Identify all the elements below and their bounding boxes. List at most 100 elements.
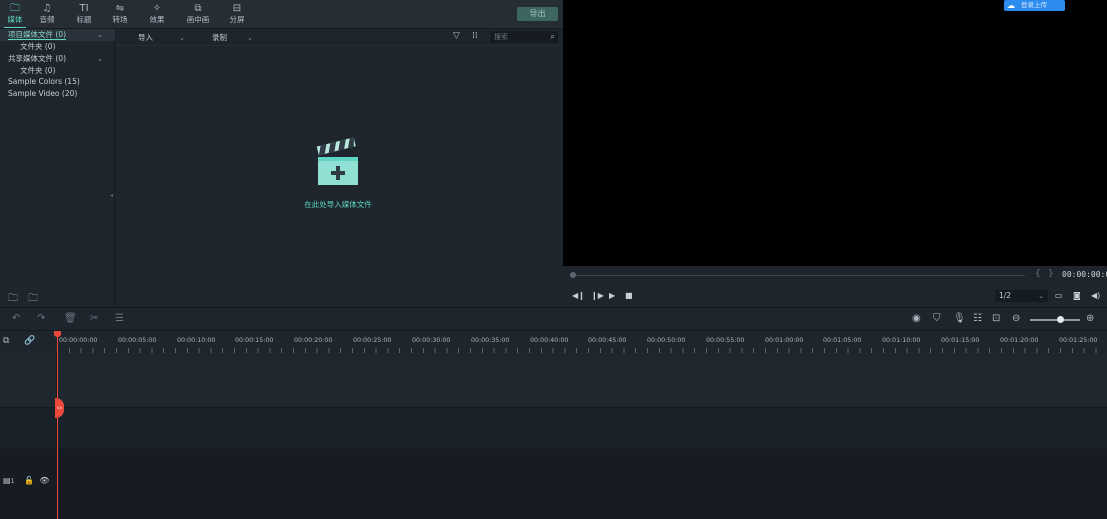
link-icon[interactable]: 🔗 <box>24 336 35 346</box>
track-header <box>0 353 57 408</box>
volume-icon[interactable]: ◀) <box>1091 291 1100 300</box>
zoom-slider-handle[interactable] <box>1057 316 1064 323</box>
editor-window: 🗀 媒体 ♫ 音频 TI 标题 ⇋ 转场 ✧ 效果 ⧉ 画中画 ⊟ 分屏 导出 … <box>0 0 1107 519</box>
filter-icon[interactable]: ▽ <box>453 31 460 41</box>
cut-icon[interactable]: ✂ <box>90 313 98 324</box>
music-note-icon: ♫ <box>42 3 52 14</box>
zoom-in-icon[interactable]: ⊕ <box>1086 313 1094 324</box>
microphone-icon[interactable]: 🎙 <box>953 313 966 324</box>
import-dropdown[interactable]: 导入 ⌄ <box>138 32 185 43</box>
import-media-dropzone[interactable] <box>298 137 378 189</box>
fit-icon[interactable]: ⊡ <box>992 313 1000 324</box>
tab-effects-label: 效果 <box>149 15 165 24</box>
transition-icon: ⇋ <box>115 3 125 14</box>
ruler-label: 00:00:20:00 <box>294 337 333 344</box>
redo-icon[interactable]: ↷ <box>37 313 45 324</box>
delete-icon[interactable]: 🗑 <box>64 313 77 324</box>
clapperboard-add-icon[interactable] <box>314 137 362 187</box>
video-track[interactable]: ▤1 🔓 👁 <box>0 450 1107 519</box>
ruler-label: 00:00:05:00 <box>118 337 157 344</box>
tab-transitions-label: 转场 <box>112 15 128 24</box>
render-icon[interactable]: ◉ <box>912 313 921 324</box>
tab-audio[interactable]: ♫ 音频 <box>32 3 62 25</box>
display-settings-icon[interactable]: ▭ <box>1055 291 1063 300</box>
play-icon[interactable]: ▶ <box>609 291 615 300</box>
scrub-track[interactable] <box>573 275 1025 276</box>
new-folder-icon[interactable]: 🗀 <box>8 293 18 304</box>
sidebar-item-label: 文件夹 (0) <box>20 42 56 51</box>
login-upload-button[interactable]: ☁ 登录上传 <box>1004 0 1065 11</box>
sidebar-item-shared-media[interactable]: 共享媒体文件 (0) ⌄ <box>0 53 115 65</box>
chevron-down-icon: ⌄ <box>179 34 185 42</box>
search-icon[interactable]: ⌕ <box>551 31 555 43</box>
import-hint-text[interactable]: 在此处导入媒体文件 <box>276 199 400 210</box>
adjust-icon[interactable]: ☰ <box>115 313 124 324</box>
chevron-down-icon[interactable]: ⌄ <box>97 29 103 41</box>
sidebar-item-project-media[interactable]: 项目媒体文件 (0) ⌄ <box>0 29 115 41</box>
mixer-icon[interactable]: ☷ <box>973 313 982 324</box>
effects-icon: ✧ <box>152 3 162 14</box>
snapshot-icon[interactable]: ◙ <box>1073 291 1081 300</box>
tab-media[interactable]: 🗀 媒体 <box>0 3 30 28</box>
sidebar-item-label: Sample Video (20) <box>8 89 78 98</box>
ruler-label: 00:01:05:00 <box>823 337 862 344</box>
media-panel: 导入 ⌄ 录制 ⌄ ▽ ⁞⁞ ⌕ <box>116 29 563 307</box>
tab-split-screen-label: 分屏 <box>229 15 245 24</box>
resolution-select[interactable]: 1/2 ⌄ <box>995 290 1048 302</box>
chevron-down-icon[interactable]: ⌄ <box>97 53 103 65</box>
folder-actions: 🗀 🗀 <box>8 291 48 308</box>
previous-frame-icon[interactable]: ◀❙ <box>572 291 585 300</box>
cloud-icon: ☁ <box>1007 1 1015 10</box>
folder-outline-icon[interactable]: 🗀 <box>28 293 38 304</box>
preview-viewer: ☁ 登录上传 <box>563 0 1107 266</box>
timeline-ruler[interactable]: ⧉ 🔗 00:00:00:00 00:00:05:00 00:00:10:00 … <box>0 331 1107 353</box>
mark-in-icon[interactable]: { <box>1035 269 1041 279</box>
track-controls: ▤1 🔓 👁 <box>3 476 55 485</box>
export-button[interactable]: 导出 <box>517 7 558 21</box>
grid-view-icon[interactable]: ⁞⁞ <box>472 31 478 41</box>
chevron-down-icon: ⌄ <box>1038 292 1044 300</box>
ruler-label: 00:01:00:00 <box>765 337 804 344</box>
tab-effects[interactable]: ✧ 效果 <box>142 3 172 25</box>
stop-icon[interactable]: ■ <box>625 291 633 300</box>
search-box: ⌕ <box>490 31 558 43</box>
step-back-icon[interactable]: ❙▶ <box>591 291 604 300</box>
tab-pip[interactable]: ⧉ 画中画 <box>182 3 214 25</box>
mark-out-icon[interactable]: } <box>1048 269 1054 279</box>
sidebar-item-sample-video[interactable]: Sample Video (20) <box>0 88 115 100</box>
sidebar-item-folder[interactable]: 文件夹 (0) <box>0 41 115 53</box>
eye-icon[interactable]: 👁 <box>39 476 49 485</box>
timeline-track[interactable] <box>0 353 1107 408</box>
tab-split-screen[interactable]: ⊟ 分屏 <box>222 3 252 25</box>
scrub-handle[interactable] <box>570 272 576 278</box>
timeline-track[interactable] <box>0 408 1107 450</box>
folder-icon: 🗀 <box>10 3 20 14</box>
ruler-label: 00:00:45:00 <box>588 337 627 344</box>
search-input[interactable] <box>494 31 546 43</box>
pip-icon: ⧉ <box>194 3 202 14</box>
media-toolbar: 导入 ⌄ 录制 ⌄ ▽ ⁞⁞ ⌕ <box>116 29 563 46</box>
undo-icon[interactable]: ↶ <box>12 313 20 324</box>
record-dropdown[interactable]: 录制 ⌄ <box>212 32 253 43</box>
track-header <box>0 408 57 450</box>
zoom-out-icon[interactable]: ⊖ <box>1012 313 1020 324</box>
playback-controls: ◀❙ ❙▶ ▶ ■ 1/2 ⌄ ▭ ◙ ◀) <box>563 286 1107 307</box>
sidebar-item-sample-colors[interactable]: Sample Colors (15) <box>0 76 115 88</box>
marker-icon[interactable]: ⛉ <box>933 313 941 324</box>
add-track-icon[interactable]: ⧉ <box>3 336 9 346</box>
import-label: 导入 <box>138 33 153 42</box>
zoom-slider-track[interactable] <box>1030 319 1080 321</box>
ruler-label: 00:00:35:00 <box>471 337 510 344</box>
text-icon: TI <box>79 3 89 14</box>
ruler-label: 00:01:25:00 <box>1059 337 1098 344</box>
tab-transitions[interactable]: ⇋ 转场 <box>105 3 135 25</box>
playhead-line[interactable] <box>57 331 58 519</box>
tab-titles[interactable]: TI 标题 <box>69 3 99 25</box>
tab-pip-label: 画中画 <box>186 15 210 24</box>
library-area: 🗀 媒体 ♫ 音频 TI 标题 ⇋ 转场 ✧ 效果 ⧉ 画中画 ⊟ 分屏 导出 … <box>0 0 563 307</box>
lock-icon[interactable]: 🔓 <box>24 476 34 485</box>
track-header: ▤1 🔓 👁 <box>0 450 57 519</box>
resolution-value: 1/2 <box>999 291 1012 300</box>
timeline-toolbar: ↶ ↷ 🗑 ✂ ☰ ◉ ⛉ 🎙 ☷ ⊡ ⊖ ⊕ <box>0 307 1107 331</box>
collapse-sidebar-icon[interactable]: ◂ <box>110 192 113 199</box>
